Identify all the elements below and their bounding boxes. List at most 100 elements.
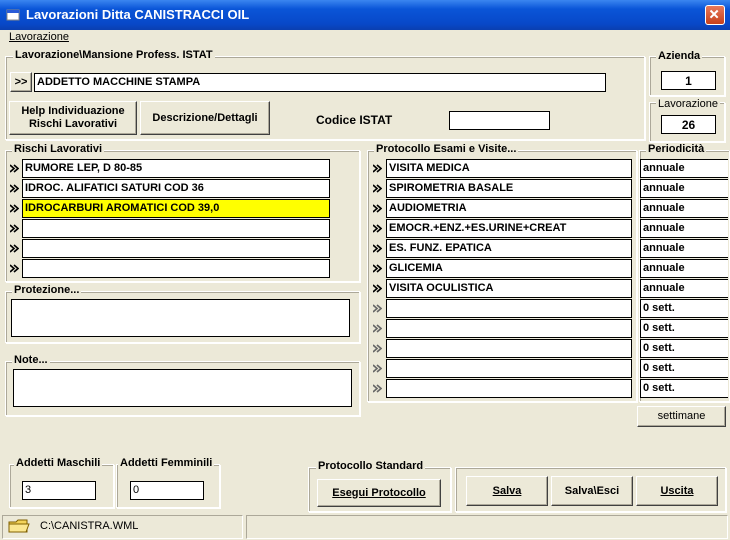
protocollo-row[interactable] xyxy=(386,359,632,378)
double-arrow-icon xyxy=(372,204,382,213)
periodicita-row[interactable]: annuale xyxy=(640,199,728,218)
double-arrow-icon xyxy=(372,184,382,193)
protocollo-row[interactable]: AUDIOMETRIA xyxy=(386,199,632,218)
rischio-row[interactable] xyxy=(22,259,330,278)
row-arrow-button[interactable] xyxy=(7,199,21,218)
periodicita-row[interactable]: 0 sett. xyxy=(640,359,728,378)
addetti-maschi-field[interactable]: 3 xyxy=(22,481,96,500)
protocollo-row[interactable] xyxy=(386,299,632,318)
addetti-maschi-label: Addetti Maschili xyxy=(14,457,103,469)
double-arrow-icon xyxy=(372,244,382,253)
menu-item-lavorazione[interactable]: Lavorazione xyxy=(9,31,69,43)
addetti-femmine-label: Addetti Femminili xyxy=(118,457,215,469)
status-path: C:\CANISTRA.WML xyxy=(40,520,139,532)
protocollo-row[interactable]: SPIROMETRIA BASALE xyxy=(386,179,632,198)
rischi-legend: Rischi Lavorativi xyxy=(12,143,105,155)
row-arrow-button[interactable] xyxy=(370,199,384,218)
row-arrow-button[interactable] xyxy=(370,259,384,278)
row-arrow-button[interactable] xyxy=(370,379,384,398)
periodicita-row[interactable]: annuale xyxy=(640,179,728,198)
protocollo-row[interactable] xyxy=(386,319,632,338)
row-arrow-button[interactable] xyxy=(7,219,21,238)
double-arrow-icon xyxy=(372,384,382,393)
descrizione-dettagli-button[interactable]: Descrizione/Dettagli xyxy=(140,101,270,135)
double-arrow-icon xyxy=(372,264,382,273)
help-rischi-button[interactable]: Help Individuazione Rischi Lavorativi xyxy=(9,101,137,135)
double-arrow-icon xyxy=(372,304,382,313)
periodicita-row[interactable]: 0 sett. xyxy=(640,319,728,338)
azienda-label: Azienda xyxy=(656,50,703,62)
uscita-button[interactable]: Uscita xyxy=(636,476,718,506)
salva-esci-label: Salva\Esci xyxy=(564,484,620,497)
double-arrow-icon xyxy=(9,164,19,173)
periodicita-row[interactable]: annuale xyxy=(640,219,728,238)
close-icon xyxy=(709,9,719,19)
lavorazione-label: Lavorazione xyxy=(656,98,720,110)
periodicita-row[interactable]: annuale xyxy=(640,159,728,178)
double-arrow-icon xyxy=(372,224,382,233)
close-button[interactable] xyxy=(705,5,725,25)
salva-button[interactable]: Salva xyxy=(466,476,548,506)
esegui-protocollo-button[interactable]: Esegui Protocollo xyxy=(317,479,441,507)
row-arrow-button[interactable] xyxy=(7,239,21,258)
periodicita-row[interactable]: annuale xyxy=(640,239,728,258)
rischio-row[interactable] xyxy=(22,219,330,238)
row-arrow-button[interactable] xyxy=(370,239,384,258)
row-arrow-button[interactable] xyxy=(370,339,384,358)
row-arrow-button[interactable] xyxy=(370,319,384,338)
uscita-label: Uscita xyxy=(660,484,694,497)
note-legend: Note... xyxy=(12,354,50,366)
note-field[interactable] xyxy=(13,369,352,407)
double-arrow-icon xyxy=(372,344,382,353)
double-arrow-icon xyxy=(9,244,19,253)
protocollo-row[interactable]: VISITA OCULISTICA xyxy=(386,279,632,298)
salva-esci-button[interactable]: Salva\Esci xyxy=(551,476,633,506)
addetti-femmine-field[interactable]: 0 xyxy=(130,481,204,500)
lavorazione-field[interactable]: 26 xyxy=(661,115,716,134)
periodicita-row[interactable]: 0 sett. xyxy=(640,299,728,318)
rischio-row[interactable] xyxy=(22,239,330,258)
settimane-button[interactable]: settimane xyxy=(637,406,726,427)
window-icon xyxy=(6,9,20,21)
protezione-field[interactable] xyxy=(11,299,350,337)
protocollo-row[interactable]: GLICEMIA xyxy=(386,259,632,278)
folder-icon xyxy=(8,519,30,533)
row-arrow-button[interactable] xyxy=(370,279,384,298)
double-arrow-icon xyxy=(372,284,382,293)
double-arrow-icon xyxy=(9,264,19,273)
protocollo-row[interactable] xyxy=(386,379,632,398)
protocollo-row[interactable]: VISITA MEDICA xyxy=(386,159,632,178)
protocollo-row[interactable]: EMOCR.+ENZ.+ES.URINE+CREAT xyxy=(386,219,632,238)
row-arrow-button[interactable] xyxy=(370,219,384,238)
row-arrow-button[interactable] xyxy=(370,159,384,178)
title-bar: Lavorazioni Ditta CANISTRACCI OIL xyxy=(0,0,730,30)
protezione-legend: Protezione... xyxy=(12,284,82,296)
mansione-expand-button[interactable]: >> xyxy=(10,72,32,92)
mansione-field[interactable]: ADDETTO MACCHINE STAMPA xyxy=(34,73,606,92)
mansione-legend: Lavorazione\Mansione Profess. ISTAT xyxy=(13,49,215,61)
double-arrow-icon xyxy=(9,204,19,213)
rischio-row[interactable]: RUMORE LEP, D 80-85 xyxy=(22,159,330,178)
status-segment-empty xyxy=(246,515,728,539)
row-arrow-button[interactable] xyxy=(7,259,21,278)
protocollo-row[interactable]: ES. FUNZ. EPATICA xyxy=(386,239,632,258)
row-arrow-button[interactable] xyxy=(370,299,384,318)
protocollo-legend: Protocollo Esami e Visite... xyxy=(374,143,519,155)
periodicita-row[interactable]: 0 sett. xyxy=(640,379,728,398)
row-arrow-button[interactable] xyxy=(370,179,384,198)
double-arrow-icon xyxy=(9,224,19,233)
protocollo-row[interactable] xyxy=(386,339,632,358)
row-arrow-button[interactable] xyxy=(370,359,384,378)
codice-istat-field[interactable] xyxy=(449,111,550,130)
rischio-row[interactable]: IDROC. ALIFATICI SATURI COD 36 xyxy=(22,179,330,198)
azienda-field[interactable]: 1 xyxy=(661,71,716,90)
salva-label: Salva xyxy=(492,484,522,497)
menu-bar: Lavorazione xyxy=(0,30,730,46)
row-arrow-button[interactable] xyxy=(7,159,21,178)
periodicita-legend: Periodicità xyxy=(646,143,707,155)
row-arrow-button[interactable] xyxy=(7,179,21,198)
rischio-row[interactable]: IDROCARBURI AROMATICI COD 39,0 xyxy=(22,199,330,218)
periodicita-row[interactable]: 0 sett. xyxy=(640,339,728,358)
periodicita-row[interactable]: annuale xyxy=(640,259,728,278)
periodicita-row[interactable]: annuale xyxy=(640,279,728,298)
